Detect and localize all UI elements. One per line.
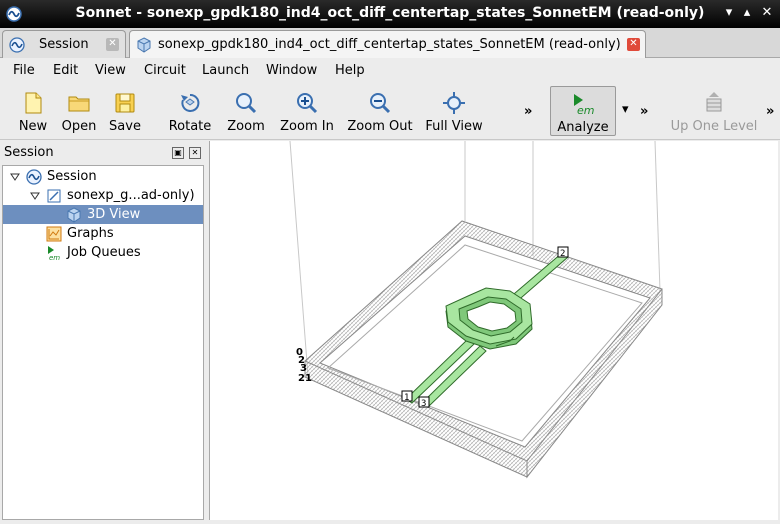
rotate-button[interactable]: Rotate — [164, 86, 216, 136]
zoom-in-icon — [297, 93, 318, 114]
tree-item-session[interactable]: Session — [3, 167, 203, 186]
expand-triangle-icon[interactable] — [10, 172, 20, 182]
menu-circuit[interactable]: Circuit — [144, 63, 186, 78]
analyze-dropdown-icon[interactable]: ▾ — [622, 102, 629, 117]
3d-view-canvas[interactable]: 2 1 3 0 2 3 21 — [209, 141, 778, 520]
em-analyze-icon: em — [574, 94, 594, 116]
graph-icon — [46, 226, 62, 242]
maximize-button[interactable]: ▴ — [740, 6, 754, 20]
minimize-button[interactable]: ▾ — [722, 6, 736, 20]
cube-icon — [67, 207, 81, 223]
save-disk-icon — [115, 93, 135, 113]
status-area — [0, 520, 780, 524]
em-icon: em — [48, 246, 60, 261]
cube-icon — [137, 37, 151, 53]
tree-item-project[interactable]: sonexp_g...ad-only) — [3, 186, 203, 205]
tab-session-label: Session — [39, 37, 89, 52]
sonnet-wave-icon — [9, 37, 25, 53]
save-button[interactable]: Save — [104, 86, 146, 136]
expand-triangle-icon[interactable] — [30, 191, 40, 201]
toolbar-overflow-2[interactable]: » — [640, 104, 648, 119]
tab-session[interactable]: Session ✕ — [2, 30, 126, 58]
svg-text:em: em — [577, 104, 594, 116]
new-file-icon — [25, 92, 42, 114]
main-toolbar: New Open Save Rotate Zoom Zoom In Zoom O… — [0, 84, 780, 140]
up-one-level-button[interactable]: Up One Level — [666, 86, 762, 136]
zoom-out-button[interactable]: Zoom Out — [344, 86, 416, 136]
folder-icon — [68, 96, 90, 112]
circuit-3d-render[interactable]: 2 1 3 0 2 3 21 — [210, 141, 779, 520]
session-panel-title: Session — [4, 145, 54, 160]
close-panel-icon[interactable]: ✕ — [189, 147, 201, 159]
tree-item-graphs[interactable]: Graphs — [3, 224, 203, 243]
new-button[interactable]: New — [10, 86, 56, 136]
menu-file[interactable]: File — [13, 63, 35, 78]
window-title-bar: Sonnet - sonexp_gpdk180_ind4_oct_diff_ce… — [0, 0, 780, 28]
zoom-button[interactable]: Zoom — [222, 86, 270, 136]
close-window-button[interactable]: ✕ — [760, 6, 774, 20]
session-panel-header: Session ▣ ✕ — [0, 141, 206, 165]
magnifier-icon — [236, 93, 257, 114]
svg-text:em: em — [49, 254, 60, 261]
document-tab-bar: Session ✕ sonexp_gpdk180_ind4_oct_diff_c… — [0, 28, 780, 59]
menu-help[interactable]: Help — [335, 63, 365, 78]
up-level-icon — [706, 92, 722, 112]
toolbar-overflow-3[interactable]: » — [766, 104, 774, 119]
sonnet-wave-icon — [26, 169, 42, 185]
port-label-1: 1 — [404, 393, 409, 403]
full-view-icon — [443, 92, 465, 114]
zoom-out-icon — [370, 93, 391, 114]
menu-window[interactable]: Window — [266, 63, 317, 78]
rotate-icon — [181, 93, 200, 112]
float-panel-icon[interactable]: ▣ — [172, 147, 184, 159]
menu-edit[interactable]: Edit — [53, 63, 78, 78]
toolbar-overflow-1[interactable]: » — [524, 104, 532, 119]
open-button[interactable]: Open — [58, 86, 100, 136]
tab-project-label: sonexp_gpdk180_ind4_oct_diff_centertap_s… — [158, 37, 621, 52]
menu-launch[interactable]: Launch — [202, 63, 249, 78]
tab-project-close-icon[interactable]: ✕ — [627, 38, 640, 51]
project-icon — [47, 189, 61, 203]
tree-item-3d-view[interactable]: 3D View — [3, 205, 203, 224]
port-label-2: 2 — [560, 249, 565, 259]
tab-3d-view-project[interactable]: sonexp_gpdk180_ind4_oct_diff_centertap_s… — [129, 30, 646, 59]
tree-item-job-queues[interactable]: em Job Queues — [3, 243, 203, 262]
session-tree: Session sonexp_g...ad-only) 3D View Grap… — [2, 165, 204, 520]
menu-view[interactable]: View — [95, 63, 126, 78]
svg-text:21: 21 — [298, 373, 312, 384]
port-label-3: 3 — [421, 399, 426, 409]
window-title: Sonnet - sonexp_gpdk180_ind4_oct_diff_ce… — [75, 5, 705, 21]
menu-bar: File Edit View Circuit Launch Window Hel… — [0, 58, 780, 84]
full-view-button[interactable]: Full View — [422, 86, 486, 136]
tab-session-close-icon[interactable]: ✕ — [106, 38, 119, 51]
zoom-in-button[interactable]: Zoom In — [276, 86, 338, 136]
analyze-button[interactable]: em Analyze — [550, 86, 616, 136]
